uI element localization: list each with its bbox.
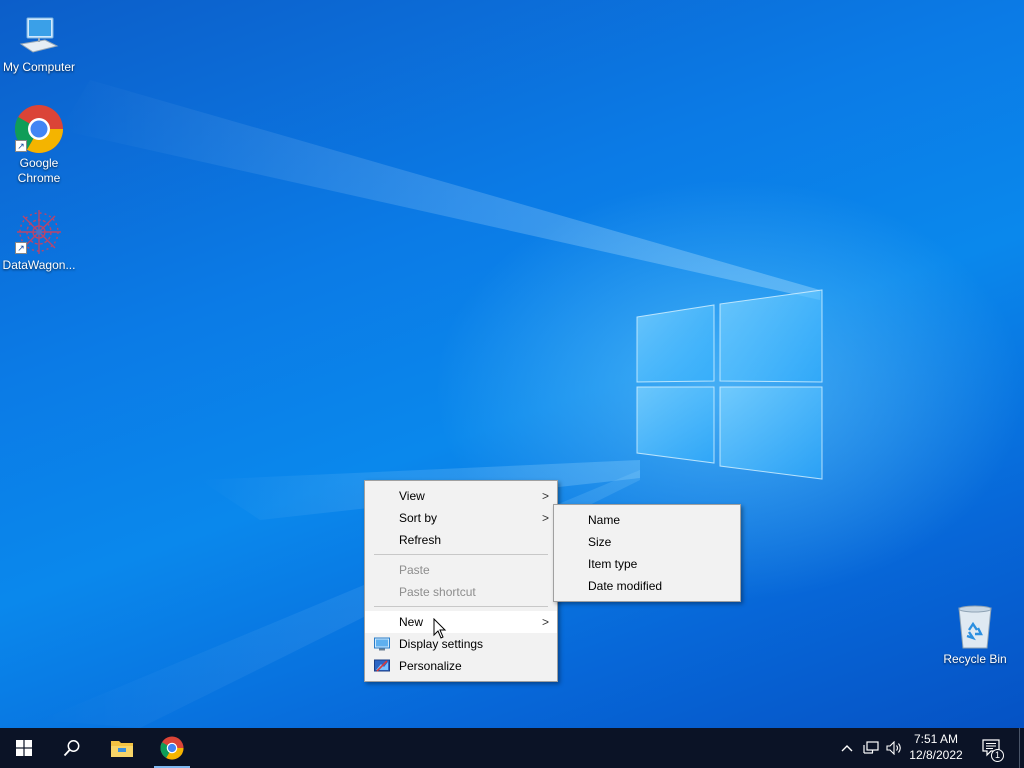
submenu-item-size[interactable]: Size [554,531,740,553]
recycle-bin-icon [958,605,992,649]
menu-separator [374,554,548,555]
menu-item-label: Personalize [399,659,462,673]
network-icon [863,741,879,754]
chevron-right-icon: > [541,511,549,525]
menu-item-label: Paste shortcut [399,585,476,599]
mouse-cursor-icon [433,618,447,639]
desktop-icon-my-computer[interactable]: My Computer [1,8,77,75]
shortcut-arrow-icon: ↗ [15,140,27,152]
clock[interactable]: 7:51 AM 12/8/2022 [904,731,968,763]
notification-count-badge: 1 [991,749,1004,762]
menu-item-display-settings[interactable]: Display settings [365,633,557,655]
chevron-right-icon: > [541,615,549,629]
windows-logo-wallpaper [636,289,823,480]
menu-separator [374,606,548,607]
start-button[interactable] [0,728,48,768]
menu-item-label: Sort by [399,511,438,525]
clock-time: 7:51 AM [913,732,959,746]
menu-item-label: Date modified [588,579,663,593]
search-button[interactable] [48,728,96,768]
chrome-taskbar-button[interactable] [148,728,196,768]
desktop-icon-recycle-bin[interactable]: Recycle Bin [937,602,1013,667]
volume-button[interactable] [884,728,906,768]
show-desktop-button[interactable] [1019,728,1024,768]
display-icon [374,637,390,651]
desktop-context-menu: View > Sort by > Refresh Paste Paste sho… [364,480,558,682]
taskbar: 7:51 AM 12/8/2022 1 [0,728,1024,768]
desktop-icon-label: DataWagon... [2,258,76,272]
submenu-item-name[interactable]: Name [554,509,740,531]
menu-item-personalize[interactable]: Personalize [365,655,557,677]
network-button[interactable] [860,728,882,768]
menu-item-label: Refresh [399,533,442,547]
menu-item-label: Name [588,513,621,527]
menu-item-sort-by[interactable]: Sort by > [365,507,557,529]
menu-item-refresh[interactable]: Refresh [365,529,557,551]
clock-date: 12/8/2022 [909,748,963,762]
chrome-icon [160,736,184,760]
volume-icon [886,741,901,755]
desktop-icon-datawagon[interactable]: ↗ DataWagon... [1,206,77,273]
action-center-button[interactable]: 1 [972,728,1012,768]
file-explorer-button[interactable] [98,728,146,768]
menu-item-paste-shortcut: Paste shortcut [365,581,557,603]
personalize-icon [374,659,390,672]
sort-by-submenu: Name Size Item type Date modified [553,504,741,602]
start-icon [16,740,32,756]
chevron-up-icon [841,745,853,752]
show-hidden-icons-button[interactable] [838,728,856,768]
desktop-icon-label: Google Chrome [17,156,61,185]
file-explorer-icon [111,741,133,757]
submenu-item-date-modified[interactable]: Date modified [554,575,740,597]
menu-item-label: Paste [399,563,430,577]
desktop-icon-google-chrome[interactable]: ↗ Google Chrome [1,104,77,186]
shortcut-arrow-icon: ↗ [15,242,27,254]
desktop-icon-label: Recycle Bin [943,652,1007,666]
desktop[interactable]: My Computer ↗ Google Chrome ↗ DataWagon.… [0,0,1024,728]
submenu-item-item-type[interactable]: Item type [554,553,740,575]
menu-item-label: Item type [588,557,638,571]
menu-item-label: New [399,615,424,629]
menu-item-label: Size [588,535,612,549]
menu-item-paste: Paste [365,559,557,581]
computer-icon [19,17,59,53]
chevron-right-icon: > [541,489,549,503]
desktop-icon-label: My Computer [2,60,76,74]
menu-item-view[interactable]: View > [365,485,557,507]
menu-item-new[interactable]: New > [365,611,557,633]
search-icon [63,740,80,757]
menu-item-label: View [399,489,425,503]
